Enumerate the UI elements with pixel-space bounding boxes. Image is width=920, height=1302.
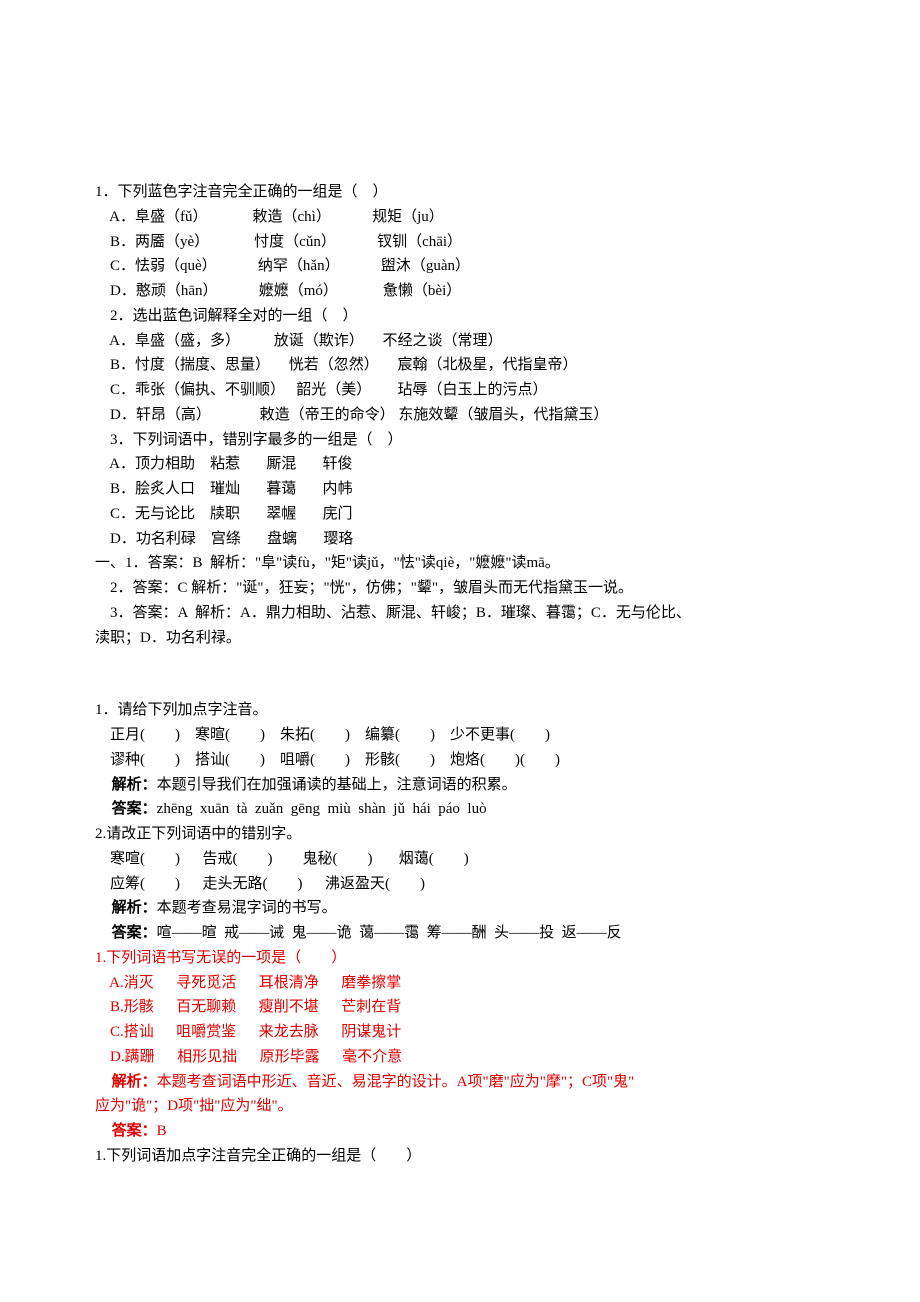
b3-q1-option-d: D.蹒跚 相形见拙 原形毕露 毫不介意 bbox=[95, 1045, 820, 1070]
b3-q1-stem: 1.下列词语书写无误的一项是（ ） bbox=[95, 946, 820, 971]
q2-option-d: D．轩昂（高） 敕造（帝王的命令） 东施效颦（皱眉头，代指黛玉） bbox=[95, 403, 820, 428]
q2-option-b: B．忖度（揣度、思量） 恍若（忽然） 宸翰（北极星，代指皇帝） bbox=[95, 353, 820, 378]
question-block-3: 1.下列词语书写无误的一项是（ ） A.消灭 寻死觅活 耳根清净 磨拳擦掌 B.… bbox=[95, 946, 820, 1169]
q3-option-c: C．无与论比 牍职 翠幄 庑门 bbox=[95, 502, 820, 527]
b3-q1-jiexi-l2: 应为"诡"；D项"拙"应为"绌"。 bbox=[95, 1094, 820, 1119]
q3-stem: 3．下列词语中，错别字最多的一组是（ ） bbox=[95, 428, 820, 453]
q2-option-a: A．阜盛（盛，多） 放诞（欺诈） 不经之谈（常理） bbox=[95, 329, 820, 354]
answer-label: 答案： bbox=[95, 800, 157, 817]
q2-stem: 2．选出蓝色词解释全对的一组（ ） bbox=[95, 304, 820, 329]
b3-q2-stem: 1.下列词语加点字注音完全正确的一组是（ ） bbox=[95, 1144, 820, 1169]
jiexi-text: 本题考查词语中形近、音近、易混字的设计。A项"磨"应为"摩"；C项"鬼" bbox=[157, 1074, 635, 1090]
b3-q1-option-b: B.形骸 百无聊赖 瘦削不堪 芒刺在背 bbox=[95, 995, 820, 1020]
b2-q2-stem: 2.请改正下列词语中的错别字。 bbox=[95, 822, 820, 847]
q3-option-d: D．功名利碌 宫绦 盘螭 璎珞 bbox=[95, 527, 820, 552]
b2-q2-jiexi: 解析：本题考查易混字词的书写。 bbox=[95, 896, 820, 921]
answer-text: B bbox=[157, 1123, 167, 1139]
jiexi-text: 本题考查易混字词的书写。 bbox=[157, 900, 337, 916]
q2-option-c: C．乖张（偏执、不驯顺） 韶光（美） 玷辱（白玉上的污点） bbox=[95, 378, 820, 403]
b3-q1-jiexi-l1: 解析：本题考查词语中形近、音近、易混字的设计。A项"磨"应为"摩"；C项"鬼" bbox=[95, 1070, 820, 1095]
b2-q1-line1: 正月( ) 寒暄( ) 朱拓( ) 编纂( ) 少不更事( ) bbox=[95, 723, 820, 748]
q3-option-b: B．脍炙人口 璀灿 暮蔼 内帏 bbox=[95, 477, 820, 502]
jiexi-label: 解析： bbox=[95, 1073, 157, 1090]
b2-q1-stem: 1．请给下列加点字注音。 bbox=[95, 698, 820, 723]
answer-label: 答案： bbox=[95, 1122, 157, 1139]
b2-q2-line2: 应筹( ) 走头无路( ) 沸返盈天( ) bbox=[95, 872, 820, 897]
answer-1: 一、1．答案：B 解析："阜"读fù，"矩"读jǔ，"怯"读qiè，"嬷嬷"读m… bbox=[95, 551, 820, 576]
answer-2: 2．答案：C 解析："诞"，狂妄；"恍"，仿佛；"颦"，皱眉头而无代指黛玉一说。 bbox=[95, 576, 820, 601]
jiexi-label: 解析： bbox=[95, 899, 157, 916]
q1-option-d: D．憨顽（hān） 嬷嬷（mó） 惫懒（bèi） bbox=[95, 279, 820, 304]
b3-q1-option-a: A.消灭 寻死觅活 耳根清净 磨拳擦掌 bbox=[95, 971, 820, 996]
question-block-1: 1．下列蓝色字注音完全正确的一组是（ ） A．阜盛（fǔ） 敕造（chì） 规矩… bbox=[95, 180, 820, 650]
answer-text: 喧——暄 戒——诫 鬼——诡 蔼——霭 筹——酬 头——投 返——反 bbox=[157, 925, 622, 941]
jiexi-label: 解析： bbox=[95, 776, 157, 793]
q1-option-b: B．两靥（yè） 忖度（cǔn） 钗钏（chāi） bbox=[95, 230, 820, 255]
b2-q1-line2: 谬种( ) 搭讪( ) 咀嚼( ) 形骸( ) 炮烙( )( ) bbox=[95, 748, 820, 773]
q1-stem: 1．下列蓝色字注音完全正确的一组是（ ） bbox=[95, 180, 820, 205]
q3-option-a: A．顶力相助 粘惹 厮混 轩俊 bbox=[95, 452, 820, 477]
jiexi-text: 本题引导我们在加强诵读的基础上，注意词语的积累。 bbox=[157, 777, 517, 793]
b2-q2-line1: 寒喧( ) 告戒( ) 鬼秘( ) 烟蔼( ) bbox=[95, 847, 820, 872]
b2-q1-answer: 答案：zhēng xuān tà zuǎn gēng miù shàn jǔ h… bbox=[95, 797, 820, 822]
b2-q2-answer: 答案：喧——暄 戒——诫 鬼——诡 蔼——霭 筹——酬 头——投 返——反 bbox=[95, 921, 820, 946]
b2-q1-jiexi: 解析：本题引导我们在加强诵读的基础上，注意词语的积累。 bbox=[95, 773, 820, 798]
answer-text: zhēng xuān tà zuǎn gēng miù shàn jǔ hái … bbox=[157, 801, 487, 817]
b3-q1-answer: 答案：B bbox=[95, 1119, 820, 1144]
answer-label: 答案： bbox=[95, 924, 157, 941]
b3-q1-option-c: C.搭讪 咀嚼赏鉴 来龙去脉 阴谋鬼计 bbox=[95, 1020, 820, 1045]
question-block-2: 1．请给下列加点字注音。 正月( ) 寒暄( ) 朱拓( ) 编纂( ) 少不更… bbox=[95, 698, 820, 946]
q1-option-a: A．阜盛（fǔ） 敕造（chì） 规矩（ju） bbox=[95, 205, 820, 230]
answer-3-line1: 3．答案：A 解析：A．鼎力相助、沾惹、厮混、轩峻；B．璀璨、暮霭；C．无与伦比… bbox=[95, 601, 820, 626]
section-gap bbox=[95, 650, 820, 698]
answer-3-line2: 渎职；D．功名利禄。 bbox=[95, 626, 820, 651]
q1-option-c: C．怯弱（què） 纳罕（hǎn） 盥沐（guàn） bbox=[95, 254, 820, 279]
